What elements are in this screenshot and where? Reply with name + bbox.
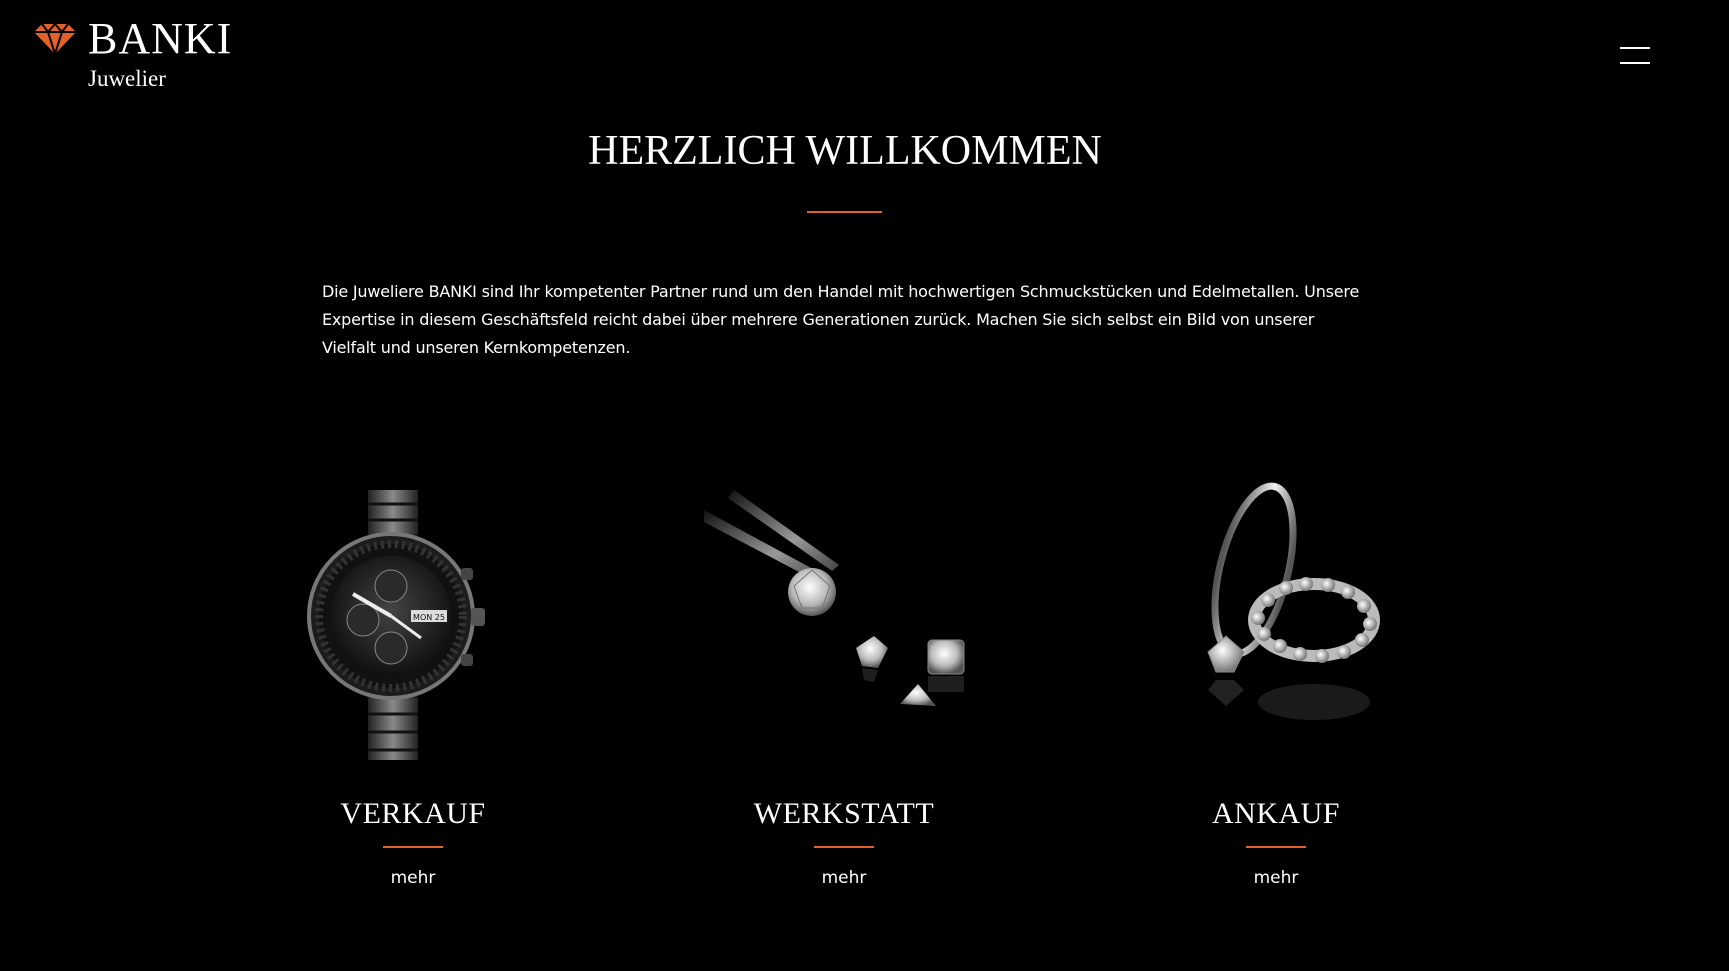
hamburger-menu-icon[interactable] xyxy=(1620,44,1654,68)
card-werkstatt[interactable]: WERKSTATT mehr xyxy=(704,470,984,910)
card-more-link[interactable]: mehr xyxy=(1136,866,1416,890)
page-title: HERZLICH WILLKOMMEN xyxy=(588,128,1102,174)
title-divider xyxy=(807,211,882,213)
card-verkauf[interactable]: MON 25 VERKAUF mehr xyxy=(273,470,553,910)
card-more-link[interactable]: mehr xyxy=(273,866,553,890)
card-divider xyxy=(814,846,874,848)
card-title: ANKAUF xyxy=(1211,797,1340,830)
brand-subtitle: Juwelier xyxy=(88,66,166,91)
card-title: VERKAUF xyxy=(340,797,486,830)
page: BANKI Juwelier HERZLICH WILLKOMMEN Die J… xyxy=(0,0,1729,971)
card-ankauf[interactable]: ANKAUF mehr xyxy=(1136,470,1416,910)
card-title: WERKSTATT xyxy=(753,797,935,830)
menu-bar-top xyxy=(1620,47,1650,49)
intro-text: Die Juweliere BANKI sind Ihr kompetenter… xyxy=(322,282,1360,357)
svg-text:MON 25: MON 25 xyxy=(413,613,445,622)
menu-bar-bottom xyxy=(1620,62,1650,64)
card-divider xyxy=(1246,846,1306,848)
card-divider xyxy=(383,846,443,848)
rings-image xyxy=(1207,482,1380,720)
diamond-icon xyxy=(34,22,76,56)
diamonds-image xyxy=(704,490,965,706)
brand-name: BANKI xyxy=(88,14,233,63)
card-more-link[interactable]: mehr xyxy=(704,866,984,890)
watch-image: MON 25 xyxy=(307,490,485,760)
